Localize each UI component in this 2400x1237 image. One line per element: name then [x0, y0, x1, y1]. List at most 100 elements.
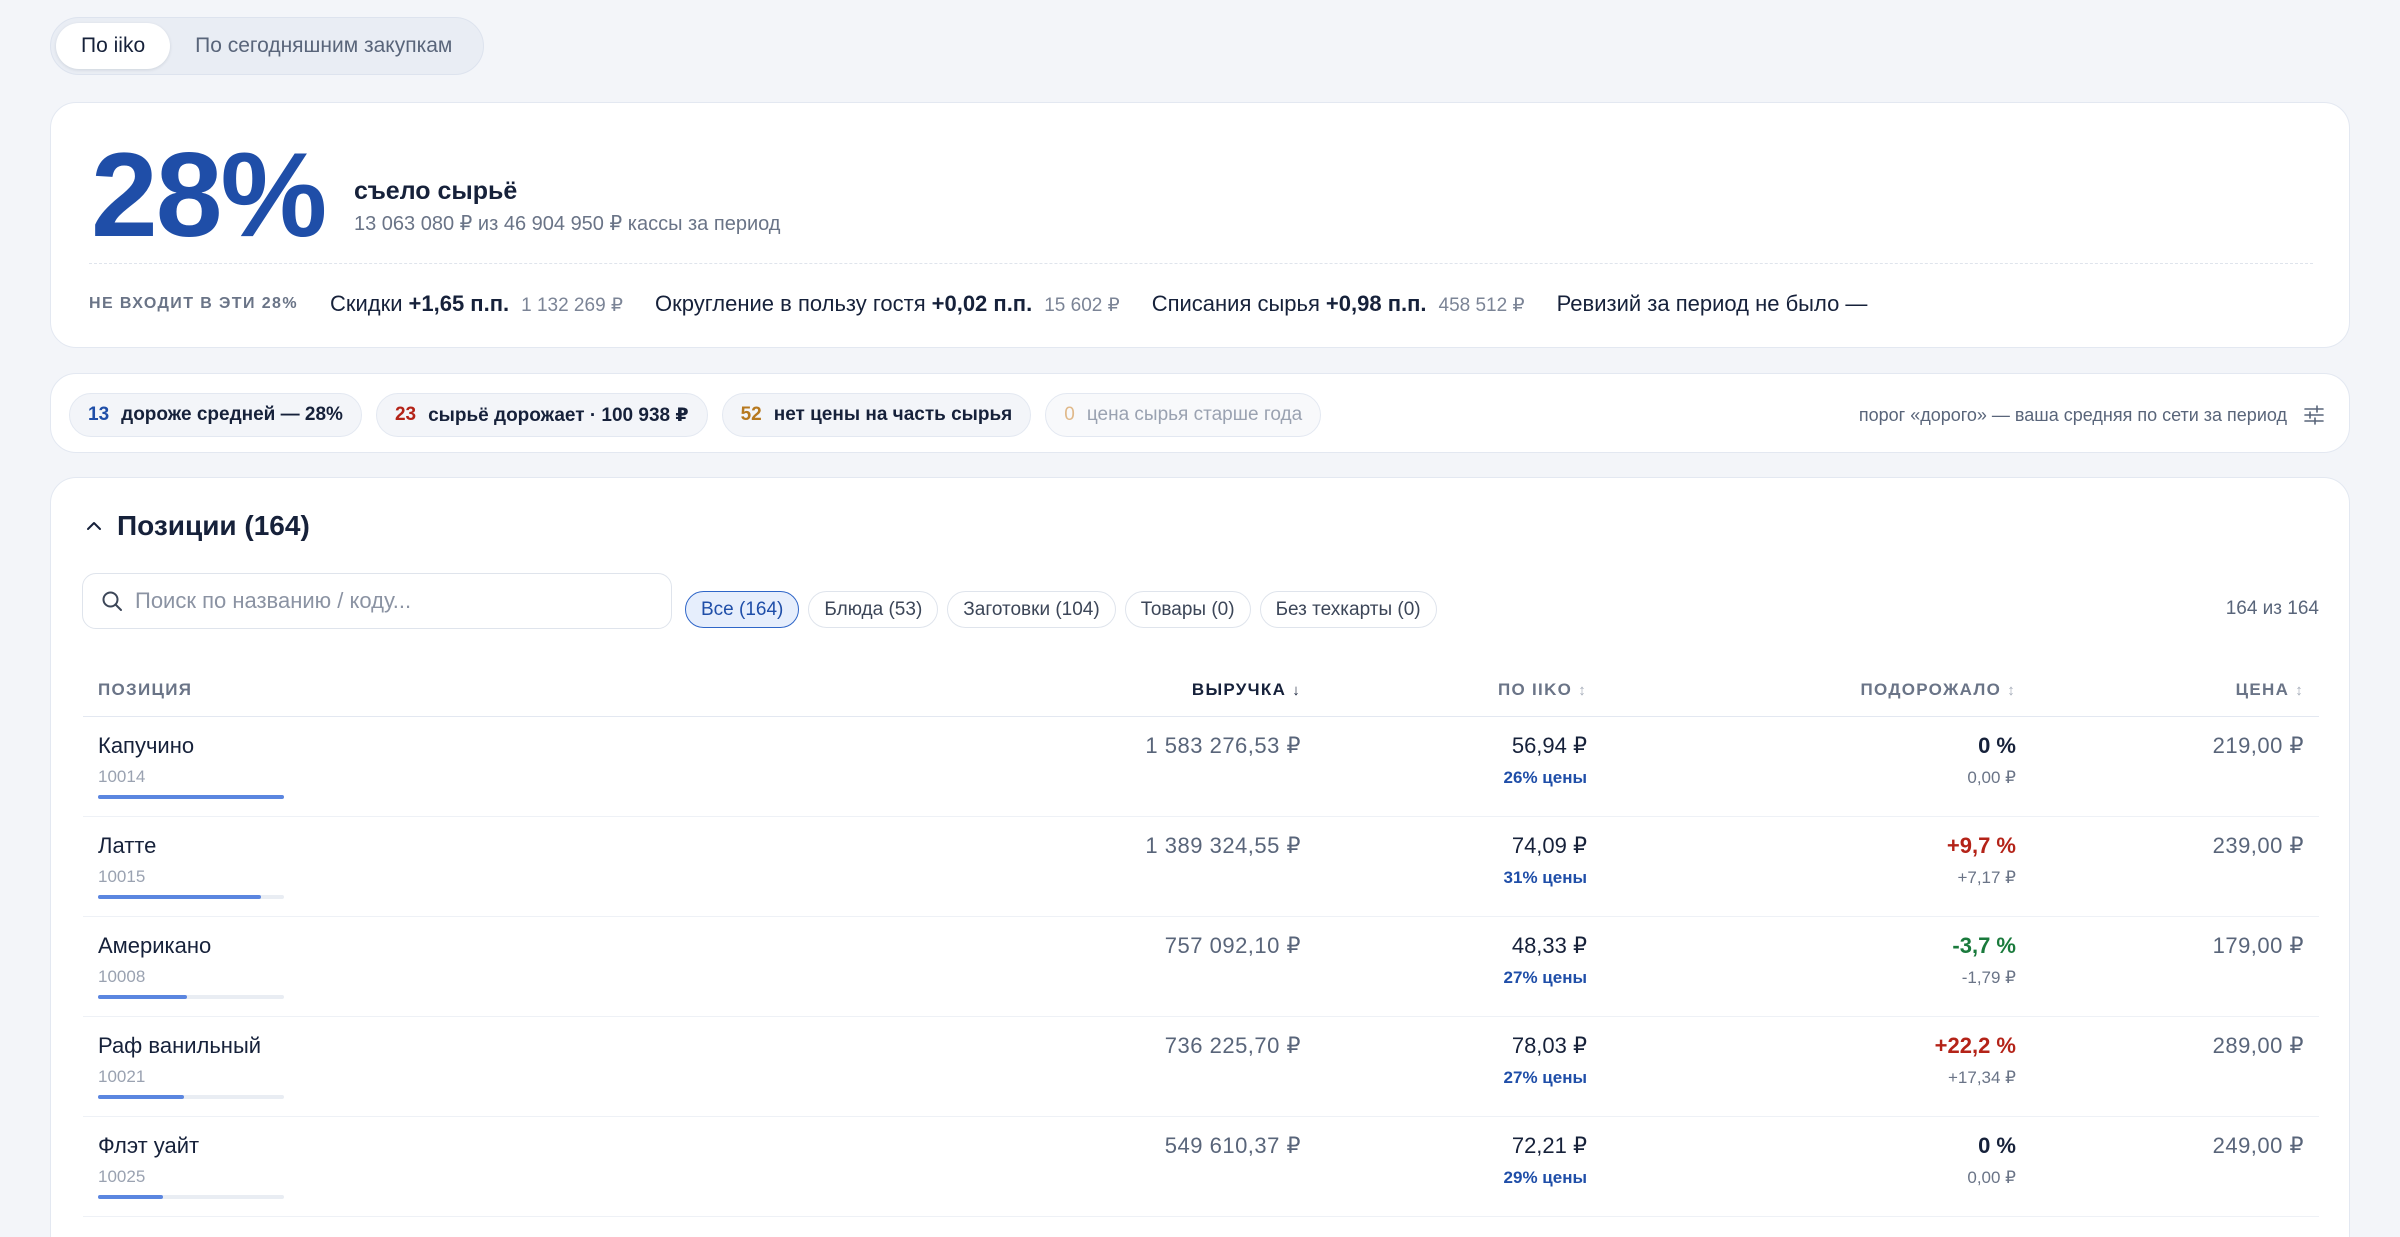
revenue-value: 1 389 324,55 ₽: [1145, 833, 1301, 858]
source-toggle: По iiko По сегодняшним закупкам: [50, 17, 484, 75]
cell-revenue: 549 610,37 ₽: [483, 1117, 1301, 1159]
col-iiko[interactable]: ПО IIKO ↕: [1301, 680, 1587, 700]
cell-iiko: 48,33 ₽ 27% цены: [1301, 917, 1587, 988]
price-rise-percent: 0 %: [1978, 733, 2016, 758]
tab-no-techcard[interactable]: Без техкарты (0): [1259, 591, 1437, 628]
position-code: 10008: [98, 967, 146, 986]
search-box: [82, 573, 672, 629]
excluded-item-label: Скидки: [329, 291, 403, 316]
cell-iiko: 56,94 ₽ 26% цены: [1301, 717, 1587, 788]
position-name: Флэт уайт: [98, 1133, 200, 1158]
excluded-item-label: Округление в пользу гостя: [655, 291, 926, 316]
threshold-text: порог «дорого» — ваша средняя по сети за…: [1858, 404, 2287, 425]
cost-title: съело сырьё: [354, 177, 518, 205]
table-row[interactable]: Раф ванильный 10021 736 225,70 ₽ 78,03 ₽ 27%…: [83, 1017, 2319, 1117]
chip-rising-cost[interactable]: 23 сырьё дорожает · 100 938 ₽: [375, 393, 708, 437]
price-rise-percent: 0 %: [1978, 1133, 2016, 1158]
cost-percent: 28%: [91, 128, 327, 262]
revenue-value: 757 092,10 ₽: [1164, 933, 1301, 958]
iiko-share: 26% цены: [1503, 768, 1587, 787]
excluded-label: НЕ ВХОДИТ В ЭТИ 28%: [89, 295, 298, 312]
chip-count: 52: [740, 404, 762, 425]
revenue-share-bar: [98, 1195, 284, 1199]
position-code: 10021: [98, 1067, 146, 1086]
excluded-row: НЕ ВХОДИТ В ЭТИ 28% Скидки +1,65 п.п. 1 …: [89, 286, 1899, 322]
cell-price-rise: 0 % 0,00 ₽: [1587, 1117, 2016, 1188]
excluded-item-amount: 458 512 ₽: [1438, 295, 1525, 316]
chip-count: 0: [1064, 404, 1075, 425]
table-row[interactable]: Капучино 10014 1 583 276,53 ₽ 56,94 ₽ 26% це…: [83, 717, 2319, 817]
cost-summary-card: 28% съело сырьё 13 063 080 ₽ из 46 904 9…: [50, 102, 2350, 348]
chevron-up-icon: [87, 522, 101, 530]
category-tabs: Все (164) Блюда (53) Заготовки (104) Тов…: [685, 591, 1437, 628]
sort-desc-icon: ↓: [1292, 681, 1301, 699]
chip-label: цена сырья старше года: [1086, 404, 1303, 425]
tab-preparations[interactable]: Заготовки (104): [947, 591, 1116, 628]
chip-label: сырьё дорожает · 100 938 ₽: [428, 404, 689, 426]
excluded-item-value: +0,02 п.п.: [931, 291, 1033, 316]
table-row[interactable]: Американо 10008 757 092,10 ₽ 48,33 ₽ 27% цен…: [83, 917, 2319, 1017]
sort-icon: ↕: [1578, 681, 1587, 699]
sort-icon: ↕: [2295, 681, 2304, 699]
tab-goods[interactable]: Товары (0): [1124, 591, 1251, 628]
position-code: 10025: [98, 1167, 146, 1186]
excluded-revisions: Ревизий за период не было —: [1557, 291, 1868, 317]
cell-revenue: 1 583 276,53 ₽: [483, 717, 1301, 759]
excluded-item-amount: 1 132 269 ₽: [521, 295, 624, 316]
iiko-share: 31% цены: [1503, 868, 1587, 887]
chip-above-average[interactable]: 13 дороже средней — 28%: [69, 393, 362, 437]
price-rise-percent: +22,2 %: [1934, 1033, 2016, 1058]
revenue-value: 736 225,70 ₽: [1164, 1033, 1301, 1058]
price-rise-delta: 0,00 ₽: [1967, 1168, 2016, 1187]
search-input[interactable]: [135, 588, 671, 614]
chip-stale-price[interactable]: 0 цена сырья старше года: [1045, 393, 1322, 437]
excluded-item-label: Ревизий за период не было —: [1556, 291, 1868, 316]
positions-title: Позиции (164): [117, 510, 310, 541]
excluded-item-label: Списания сырья: [1151, 291, 1320, 316]
excluded-rounding: Округление в пользу гостя +0,02 п.п. 15 …: [655, 291, 1120, 317]
price-rise-percent: -3,7 %: [1952, 933, 2016, 958]
iiko-cost: 78,03 ₽: [1511, 1033, 1587, 1058]
revenue-share-fill: [98, 795, 284, 799]
iiko-share: 29% цены: [1503, 1168, 1587, 1187]
threshold-note: порог «дорого» — ваша средняя по сети за…: [1859, 393, 2325, 437]
cell-position: Капучино 10014: [83, 717, 483, 787]
cell-price: 249,00 ₽: [2016, 1117, 2304, 1159]
cell-price: 239,00 ₽: [2016, 817, 2304, 859]
search-icon: [102, 591, 122, 611]
position-name: Капучино: [98, 733, 195, 758]
price-value: 239,00 ₽: [2212, 833, 2304, 858]
table-row[interactable]: Латте 10015 1 389 324,55 ₽74,09 ₽31% цены +…: [83, 817, 2319, 917]
excluded-discounts: Скидки +1,65 п.п. 1 132 269 ₽: [330, 291, 623, 317]
table-row[interactable]: Флэт уайт 10025 549 610,37 ₽ 72,21 ₽ 29% цен…: [83, 1117, 2319, 1217]
excluded-item-value: +1,65 п.п.: [408, 291, 510, 316]
price-value: 249,00 ₽: [2212, 1133, 2304, 1158]
position-name: Американо: [98, 933, 212, 958]
iiko-cost: 74,09 ₽: [1511, 833, 1587, 858]
chip-missing-price[interactable]: 52 нет цены на часть сырья: [721, 393, 1032, 437]
positions-collapse-toggle[interactable]: Позиции (164): [85, 510, 310, 542]
positions-table: ПОЗИЦИЯ ВЫРУЧКА ↓ ПО IIKO ↕ ПОДОРОЖАЛО ↕ ЦЕ…: [83, 663, 2319, 1217]
col-position[interactable]: ПОЗИЦИЯ: [83, 680, 483, 700]
divider: [89, 263, 2313, 264]
positions-card: Позиции (164) Все (164) Блюда (53) Загот…: [50, 477, 2350, 1237]
tab-all[interactable]: Все (164): [685, 591, 800, 628]
excluded-item-value: +0,98 п.п.: [1325, 291, 1427, 316]
table-body: Капучино 10014 1 583 276,53 ₽ 56,94 ₽ 26% це…: [83, 717, 2319, 1217]
col-price[interactable]: ЦЕНА ↕: [2016, 680, 2304, 700]
position-name: Раф ванильный: [98, 1033, 262, 1058]
revenue-share-fill: [98, 995, 187, 999]
col-revenue[interactable]: ВЫРУЧКА ↓: [483, 680, 1301, 700]
toggle-by-iiko[interactable]: По iiko: [56, 23, 171, 69]
price-value: 289,00 ₽: [2212, 1033, 2304, 1058]
col-price-rise[interactable]: ПОДОРОЖАЛО ↕: [1587, 680, 2016, 700]
excluded-writeoffs: Списания сырья +0,98 п.п. 458 512 ₽: [1152, 291, 1525, 317]
cell-iiko: 72,21 ₽ 29% цены: [1301, 1117, 1587, 1188]
price-rise-percent: +9,7 %: [1946, 833, 2016, 858]
revenue-share-fill: [98, 1195, 163, 1199]
tab-dishes[interactable]: Блюда (53): [808, 591, 939, 628]
price-rise-delta: +17,34 ₽: [1947, 1068, 2016, 1087]
results-count: 164 из 164: [2225, 598, 2319, 619]
toggle-by-purchases[interactable]: По сегодняшним закупкам: [170, 23, 477, 69]
sliders-icon[interactable]: [2303, 404, 2325, 426]
